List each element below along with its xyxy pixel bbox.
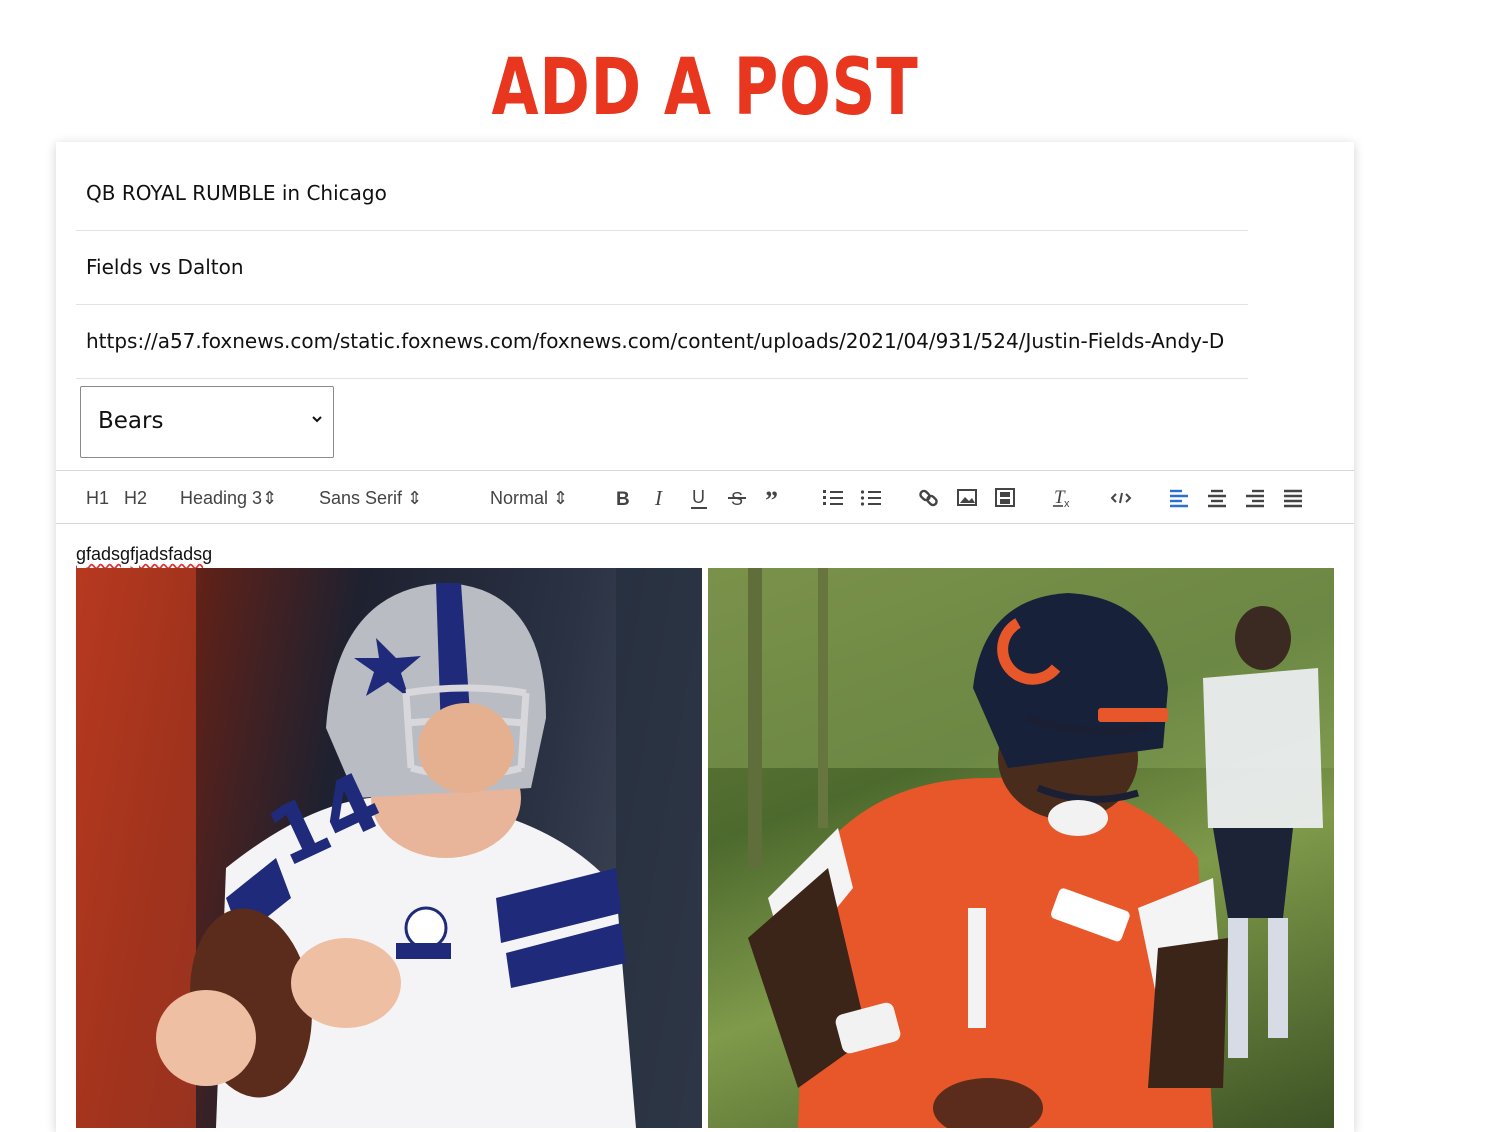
title-input[interactable]	[76, 156, 1248, 230]
size-select[interactable]: Normal ⇕	[490, 485, 568, 511]
code-block-button[interactable]	[1110, 485, 1132, 511]
h2-label: H2	[124, 488, 148, 508]
bears-quarterback-photo	[708, 568, 1334, 1128]
bullet-list-icon	[860, 490, 881, 506]
strikethrough-icon: S	[728, 489, 746, 509]
font-select[interactable]: Sans Serif ⇕	[319, 485, 422, 511]
quote-icon: ”	[765, 486, 778, 511]
team-select[interactable]: Bears	[80, 386, 334, 458]
svg-text:U: U	[692, 487, 705, 507]
image-icon	[957, 489, 977, 506]
align-center-button[interactable]	[1206, 485, 1228, 511]
post-form-card: Bears H1 H2 Heading 3⇕ Sans Serif ⇕ Norm…	[56, 142, 1354, 1132]
select-arrows-icon: ⇕	[262, 488, 278, 508]
bold-button[interactable]: B	[614, 485, 632, 511]
chevron-down-icon	[312, 416, 322, 423]
subtitle-field[interactable]	[76, 230, 1248, 305]
clear-format-button[interactable]: T x	[1052, 485, 1074, 511]
svg-text:B: B	[616, 489, 630, 510]
font-select-label: Sans Serif	[319, 488, 403, 508]
link-button[interactable]	[918, 485, 940, 511]
align-center-icon	[1208, 489, 1226, 508]
title-field[interactable]	[76, 156, 1248, 231]
dallas-quarterback-illustration: 14	[76, 568, 702, 1128]
svg-text:x: x	[1064, 498, 1070, 510]
italic-icon: I	[654, 486, 663, 510]
align-justify-icon	[1284, 489, 1302, 508]
italic-button[interactable]: I	[652, 485, 670, 511]
svg-text:I: I	[654, 486, 663, 510]
image-url-field[interactable]	[76, 304, 1248, 379]
h1-button[interactable]: H1	[86, 485, 109, 511]
code-icon	[1110, 492, 1132, 504]
team-select-value: Bears	[98, 408, 164, 434]
heading-select-label: Heading 3	[180, 488, 263, 508]
image-url-input[interactable]	[76, 304, 1248, 378]
align-left-icon	[1170, 489, 1188, 508]
strike-button[interactable]: S	[727, 485, 747, 511]
editor-text: gfadsgfjadsfadsg	[76, 544, 213, 564]
video-button[interactable]	[994, 485, 1016, 511]
select-arrows-icon: ⇕	[407, 488, 423, 508]
bullet-list-button[interactable]	[860, 485, 882, 511]
ordered-list-button[interactable]	[822, 485, 844, 511]
bears-quarterback-illustration	[708, 568, 1334, 1128]
underline-icon: U	[691, 487, 707, 509]
dallas-quarterback-photo: 14	[76, 568, 702, 1128]
underline-button[interactable]: U	[689, 485, 709, 511]
blockquote-button[interactable]: ”	[764, 485, 784, 511]
video-icon	[995, 488, 1015, 507]
page-title: ADD A POST	[491, 43, 919, 133]
select-arrows-icon: ⇕	[553, 488, 569, 508]
align-right-button[interactable]	[1244, 485, 1266, 511]
align-right-icon	[1246, 489, 1264, 508]
heading-select[interactable]: Heading 3⇕	[180, 485, 277, 511]
svg-text:”: ”	[765, 486, 778, 511]
ordered-list-icon	[823, 490, 843, 505]
size-select-label: Normal	[490, 488, 549, 508]
h1-label: H1	[86, 488, 110, 508]
align-left-button[interactable]	[1168, 485, 1190, 511]
editor-toolbar: H1 H2 Heading 3⇕ Sans Serif ⇕ Normal ⇕ B…	[56, 470, 1354, 524]
h2-button[interactable]: H2	[124, 485, 147, 511]
align-justify-button[interactable]	[1282, 485, 1304, 511]
subtitle-input[interactable]	[76, 230, 1248, 304]
link-icon	[919, 489, 938, 507]
bold-icon: B	[616, 489, 630, 510]
clear-format-icon: T x	[1053, 487, 1070, 510]
image-button[interactable]	[956, 485, 978, 511]
